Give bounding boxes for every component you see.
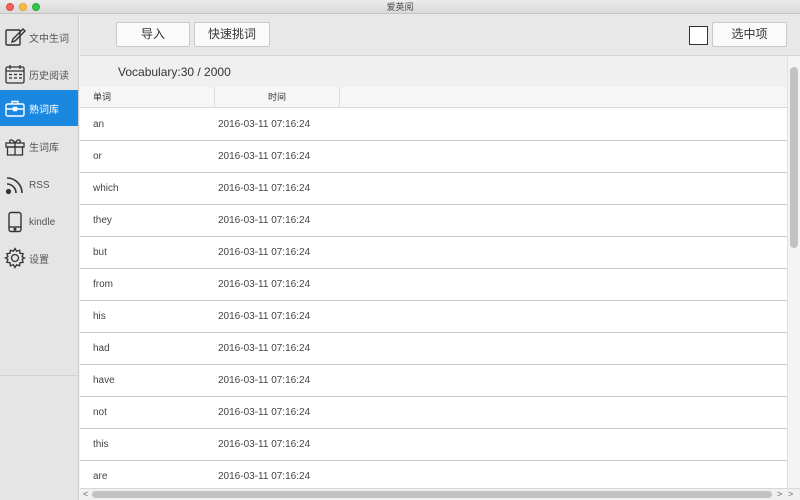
word-cell: have	[93, 375, 115, 386]
time-cell: 2016-03-11 07:16:24	[218, 343, 311, 354]
word-cell: which	[93, 183, 119, 194]
selected-items-button[interactable]: 选中项	[712, 22, 787, 47]
vertical-scrollbar[interactable]	[787, 57, 800, 488]
word-cell: but	[93, 247, 107, 258]
table-row[interactable]: his 2016-03-11 07:16:24	[80, 301, 787, 333]
time-cell: 2016-03-11 07:16:24	[218, 247, 311, 258]
time-cell: 2016-03-11 07:16:24	[218, 471, 311, 482]
sidebar-item-known-words[interactable]: 熟词库	[0, 90, 78, 126]
word-cell: an	[93, 119, 105, 130]
window-title: 爱英阅	[386, 2, 414, 12]
table-header: 单词 时间	[80, 87, 787, 108]
sidebar-item-reading-history[interactable]: 历史阅读	[0, 56, 78, 92]
sidebar-divider	[0, 375, 78, 376]
word-cell: his	[93, 311, 106, 322]
phone-icon	[8, 211, 22, 233]
word-cell: or	[93, 151, 102, 162]
rss-icon	[5, 177, 23, 195]
time-cell: 2016-03-11 07:16:24	[218, 439, 311, 450]
quick-pick-button[interactable]: 快速挑词	[194, 22, 270, 47]
horizontal-scrollbar[interactable]: < > >	[80, 488, 800, 500]
scroll-right-arrow-end[interactable]: >	[788, 488, 793, 500]
vocabulary-count: Vocabulary:30 / 2000	[118, 65, 231, 79]
edit-icon	[5, 28, 26, 46]
calendar-icon	[5, 65, 25, 84]
table-row[interactable]: an 2016-03-11 07:16:24	[80, 109, 787, 141]
import-button[interactable]: 导入	[116, 22, 190, 47]
sidebar-item-settings[interactable]: 设置	[0, 240, 78, 276]
sidebar: 文中生词 历史阅读 熟词库 生词库 RSS kindle 设置	[0, 14, 79, 500]
word-cell: this	[93, 439, 109, 450]
column-header-word[interactable]: 单词	[80, 87, 215, 108]
sidebar-item-label: 设置	[29, 254, 49, 266]
vertical-scroll-thumb[interactable]	[790, 67, 798, 248]
sidebar-item-label: 文中生词	[29, 33, 69, 45]
word-cell: had	[93, 343, 110, 354]
briefcase-icon	[5, 100, 25, 117]
vocabulary-summary: Vocabulary:30 / 2000	[80, 57, 787, 87]
table-row[interactable]: are 2016-03-11 07:16:24	[80, 461, 787, 488]
table-row[interactable]: not 2016-03-11 07:16:24	[80, 397, 787, 429]
sidebar-item-label: 历史阅读	[29, 70, 69, 82]
sidebar-item-label: 熟词库	[29, 104, 59, 116]
table-row[interactable]: this 2016-03-11 07:16:24	[80, 429, 787, 461]
word-cell: are	[93, 471, 108, 482]
app-window: 爱英阅 文中生词 历史阅读 熟词库 生词库 RSS kindle 设置 导入 快…	[0, 0, 800, 500]
sidebar-item-label: RSS	[29, 179, 50, 191]
sidebar-item-kindle[interactable]: kindle	[0, 204, 78, 240]
table-row[interactable]: they 2016-03-11 07:16:24	[80, 205, 787, 237]
scroll-left-arrow[interactable]: <	[83, 488, 88, 500]
word-cell: from	[93, 279, 113, 290]
table-row[interactable]: which 2016-03-11 07:16:24	[80, 173, 787, 205]
sidebar-item-label: kindle	[29, 216, 56, 228]
title-bar: 爱英阅	[0, 0, 800, 14]
time-cell: 2016-03-11 07:16:24	[218, 151, 311, 162]
gift-icon	[5, 139, 25, 156]
sidebar-item-article-words[interactable]: 文中生词	[0, 19, 78, 55]
time-cell: 2016-03-11 07:16:24	[218, 407, 311, 418]
sidebar-item-new-words[interactable]: 生词库	[0, 128, 78, 164]
table-row[interactable]: from 2016-03-11 07:16:24	[80, 269, 787, 301]
time-cell: 2016-03-11 07:16:24	[218, 215, 311, 226]
word-table: 单词 时间 an 2016-03-11 07:16:24 or 2016-03-11 …	[80, 87, 787, 488]
scroll-right-arrow[interactable]: >	[777, 488, 782, 500]
column-header-time[interactable]: 时间	[215, 87, 340, 108]
table-row[interactable]: but 2016-03-11 07:16:24	[80, 237, 787, 269]
table-row[interactable]: have 2016-03-11 07:16:24	[80, 365, 787, 397]
table-row[interactable]: had 2016-03-11 07:16:24	[80, 333, 787, 365]
time-cell: 2016-03-11 07:16:24	[218, 375, 311, 386]
sidebar-item-rss[interactable]: RSS	[0, 167, 78, 203]
time-cell: 2016-03-11 07:16:24	[218, 183, 311, 194]
toolbar: 导入 快速挑词 选中项	[80, 14, 800, 56]
horizontal-scroll-thumb[interactable]	[92, 491, 772, 498]
time-cell: 2016-03-11 07:16:24	[218, 119, 311, 130]
table-row[interactable]: or 2016-03-11 07:16:24	[80, 141, 787, 173]
select-all-checkbox[interactable]	[689, 26, 708, 45]
table-body: an 2016-03-11 07:16:24 or 2016-03-11 07:16:…	[80, 109, 787, 488]
time-cell: 2016-03-11 07:16:24	[218, 311, 311, 322]
time-cell: 2016-03-11 07:16:24	[218, 279, 311, 290]
word-cell: they	[93, 215, 112, 226]
word-cell: not	[93, 407, 107, 418]
sidebar-item-label: 生词库	[29, 142, 59, 154]
gear-icon	[4, 247, 26, 269]
